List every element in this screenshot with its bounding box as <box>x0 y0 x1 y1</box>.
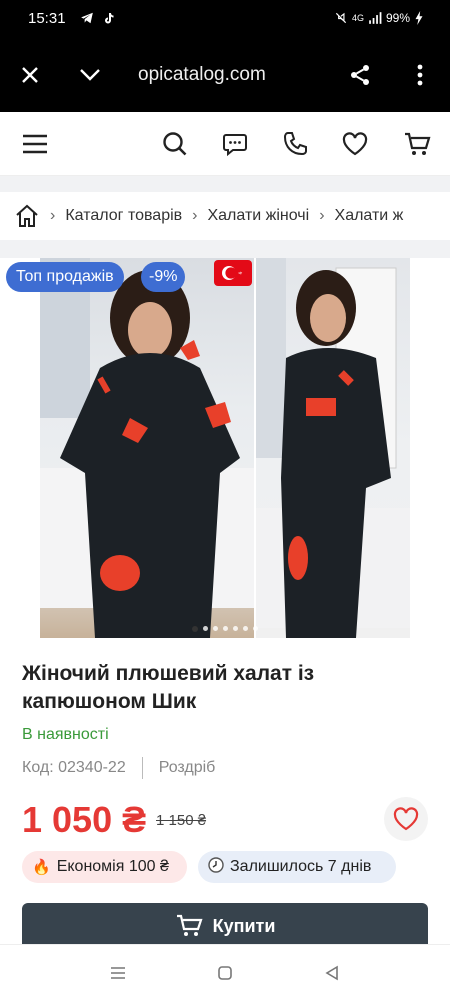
divider <box>141 757 143 779</box>
home-icon <box>16 204 38 227</box>
gallery-dot[interactable] <box>213 626 218 631</box>
chevron-right-icon: › <box>50 207 56 224</box>
discount-badge: -9% <box>141 262 186 292</box>
signal-icon <box>369 12 382 24</box>
product-gallery[interactable] <box>0 258 450 640</box>
system-nav-bar <box>0 944 450 1000</box>
turkey-flag-icon <box>214 260 252 286</box>
gallery-dot[interactable] <box>192 626 198 632</box>
status-time: 15:31 <box>28 10 66 27</box>
home-nav-button[interactable] <box>215 963 235 983</box>
gallery-dot[interactable] <box>243 626 248 631</box>
stock-status: В наявності <box>22 726 109 743</box>
gallery-dot[interactable] <box>233 626 238 631</box>
collapse-button[interactable] <box>75 60 105 90</box>
add-to-wishlist-button[interactable] <box>384 797 428 841</box>
time-left-chip: Залишилось 7 днів <box>198 851 396 883</box>
site-header <box>0 112 450 176</box>
chevron-right-icon: › <box>192 207 198 224</box>
current-price: 1 050 ₴ <box>22 799 147 840</box>
share-button[interactable] <box>345 60 375 90</box>
cart-button[interactable] <box>401 128 433 160</box>
old-price: 1 150 ₴ <box>156 812 207 829</box>
battery-label: 99% <box>385 11 410 25</box>
gallery-dot[interactable] <box>223 626 228 631</box>
charging-icon <box>415 11 423 25</box>
economy-chip: 🔥 Економія 100 ₴ <box>22 851 187 883</box>
chat-button[interactable] <box>219 128 251 160</box>
telegram-icon <box>81 12 93 24</box>
back-button[interactable] <box>322 963 342 983</box>
hamburger-icon <box>23 134 47 154</box>
gallery-pagination[interactable] <box>192 626 258 632</box>
section-gap <box>0 176 450 192</box>
chat-icon <box>223 134 247 157</box>
status-bar: 15:31 4G 99% <box>0 0 450 38</box>
search-button[interactable] <box>159 128 191 160</box>
call-button[interactable] <box>279 128 311 160</box>
breadcrumb-item-catalog[interactable]: Каталог товарів <box>65 207 182 225</box>
share-icon <box>351 65 369 85</box>
recents-button[interactable] <box>108 963 128 983</box>
buy-button[interactable]: Купити <box>22 903 428 949</box>
economy-text: Економія 100 ₴ <box>56 858 169 875</box>
breadcrumb-home[interactable] <box>14 203 40 229</box>
more-menu-button[interactable] <box>405 60 435 90</box>
fire-icon: 🔥 <box>32 859 51 876</box>
cart-icon <box>405 132 431 155</box>
product-meta: Код: 02340-22 Роздріб <box>22 757 215 779</box>
search-icon <box>163 132 187 156</box>
wishlist-button[interactable] <box>339 128 371 160</box>
section-gap <box>0 240 450 258</box>
close-icon <box>22 67 38 83</box>
home-square-icon <box>218 966 232 980</box>
breadcrumb-item-robes-sub[interactable]: Халати ж <box>335 207 404 225</box>
menu-button[interactable] <box>19 128 51 160</box>
product-title: Жіночий плюшевий халат із капюшоном Шик <box>22 662 315 713</box>
product-code: Код: 02340-22 <box>22 759 126 776</box>
breadcrumb-item-robes[interactable]: Халати жіночі <box>207 207 309 225</box>
heart-icon <box>342 132 368 156</box>
mute-icon <box>335 12 347 24</box>
time-left-text: Залишилось 7 днів <box>230 858 372 875</box>
sale-type: Роздріб <box>158 759 216 776</box>
breadcrumb: › Каталог товарів › Халати жіночі › Хала… <box>0 192 450 240</box>
product-photo-front[interactable] <box>40 258 254 638</box>
network-label: 4G <box>351 13 364 23</box>
top-sales-badge: Топ продажів <box>6 262 124 292</box>
back-triangle-icon <box>325 965 338 981</box>
phone-icon <box>283 132 307 156</box>
browser-toolbar: opicatalog.com <box>0 38 450 112</box>
buy-button-label: Купити <box>212 915 276 936</box>
cart-icon <box>176 914 203 936</box>
gallery-dot[interactable] <box>203 626 208 631</box>
notification-icons <box>80 11 115 25</box>
close-tab-button[interactable] <box>15 60 45 90</box>
tiktok-icon <box>105 13 114 24</box>
status-right: 4G 99% <box>334 11 424 25</box>
url-text[interactable]: opicatalog.com <box>138 64 266 86</box>
recents-icon <box>111 967 125 979</box>
chevron-down-icon <box>80 69 100 81</box>
gallery-dot[interactable] <box>253 626 258 631</box>
more-vert-icon <box>417 64 423 86</box>
heart-icon <box>393 807 419 831</box>
clock-icon <box>208 857 224 877</box>
chevron-right-icon: › <box>319 207 325 224</box>
product-photo-side[interactable] <box>256 258 410 638</box>
